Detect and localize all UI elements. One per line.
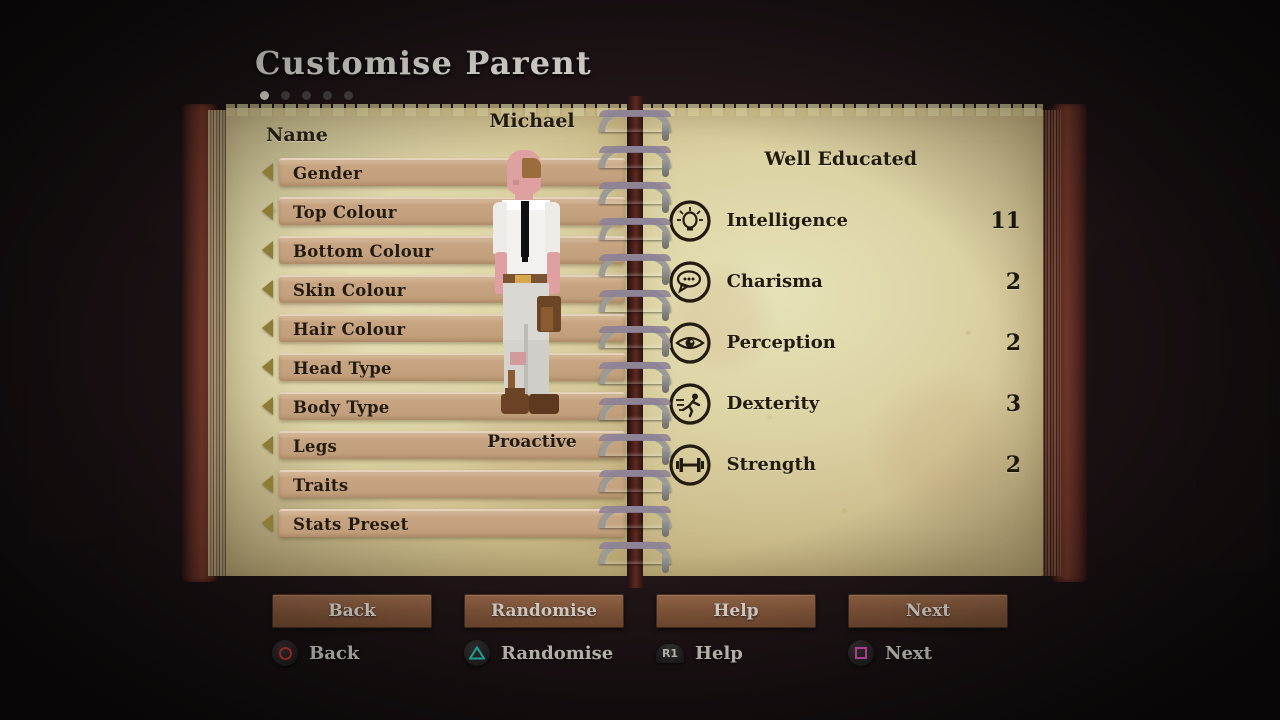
character-book: Name Gender Top Colour Bottom Colour Ski…	[182, 96, 1087, 588]
stat-row-strength: Strength 2	[653, 434, 1029, 495]
option-label: Bottom Colour	[293, 241, 434, 261]
triangle-left-icon[interactable]	[262, 358, 273, 376]
back-button[interactable]: Back	[272, 594, 432, 628]
help-button[interactable]: Help	[656, 594, 816, 628]
stat-value: 2	[1005, 451, 1021, 478]
binding-ring	[595, 470, 675, 501]
stat-label: Strength	[726, 454, 816, 475]
option-label: Skin Colour	[293, 280, 406, 300]
prompt-label: Randomise	[501, 642, 614, 664]
controller-prompts: Back Randomise R1 Help Next	[0, 640, 1280, 666]
binding-ring	[595, 290, 675, 321]
prompt-label: Help	[695, 642, 743, 664]
stat-row-intelligence: Intelligence 11	[653, 190, 1029, 251]
binding-ring	[595, 110, 675, 141]
title-block: Customise Parent	[255, 44, 592, 100]
page-dot-2	[281, 91, 290, 100]
spiral-binding	[595, 110, 675, 578]
next-button[interactable]: Next	[848, 594, 1008, 628]
stat-row-dexterity: Dexterity 3	[653, 373, 1029, 434]
stats-preset-name: Well Educated	[764, 148, 918, 170]
page-dots	[260, 91, 592, 100]
binding-ring	[595, 542, 675, 573]
game-screen: Customise Parent Name Gender Top Colour …	[0, 0, 1280, 720]
background-silhouette	[118, 250, 188, 550]
prompt-label: Back	[309, 642, 360, 664]
square-button-icon	[848, 640, 874, 666]
triangle-left-icon[interactable]	[262, 241, 273, 259]
option-row-stats-preset[interactable]: Stats Preset	[262, 507, 642, 539]
character-name: Michael	[489, 110, 575, 132]
triangle-left-icon[interactable]	[262, 202, 273, 220]
triangle-left-icon[interactable]	[262, 436, 273, 454]
binding-ring	[595, 146, 675, 177]
page-dot-1	[260, 91, 269, 100]
triangle-button-icon	[464, 640, 490, 666]
binding-ring	[595, 506, 675, 537]
option-box[interactable]: Traits	[279, 470, 625, 498]
option-label: Body Type	[293, 397, 390, 417]
option-label: Gender	[293, 163, 363, 183]
background-silhouette	[1090, 240, 1200, 560]
r1-shoulder-icon: R1	[656, 643, 684, 663]
triangle-left-icon[interactable]	[262, 514, 273, 532]
stat-value: 2	[1005, 268, 1021, 295]
character-sprite	[477, 144, 587, 424]
background-silhouette	[1190, 300, 1270, 570]
triangle-left-icon[interactable]	[262, 163, 273, 181]
stat-value: 11	[990, 207, 1021, 234]
binding-ring	[595, 362, 675, 393]
stat-label: Intelligence	[726, 210, 848, 231]
stat-row-perception: Perception 2	[653, 312, 1029, 373]
page-title: Customise Parent	[255, 44, 592, 82]
binding-ring	[595, 326, 675, 357]
option-label: Hair Colour	[293, 319, 406, 339]
page-dot-5	[344, 91, 353, 100]
binding-ring	[595, 182, 675, 213]
binding-ring	[595, 434, 675, 465]
option-label: Traits	[293, 475, 349, 495]
stat-value: 3	[1005, 390, 1021, 417]
action-buttons: Back Randomise Help Next	[0, 594, 1280, 628]
stat-label: Dexterity	[726, 393, 820, 414]
option-label: Legs	[293, 436, 338, 456]
triangle-left-icon[interactable]	[262, 319, 273, 337]
prompt-next[interactable]: Next	[848, 640, 1008, 666]
character-trait: Proactive	[487, 432, 577, 452]
prompt-label: Next	[885, 642, 932, 664]
option-box[interactable]: Stats Preset	[279, 509, 625, 537]
binding-ring	[595, 218, 675, 249]
binding-ring	[595, 398, 675, 429]
option-label: Top Colour	[293, 202, 397, 222]
page-dot-3	[302, 91, 311, 100]
stat-value: 2	[1005, 329, 1021, 356]
option-label: Head Type	[293, 358, 392, 378]
stat-label: Perception	[726, 332, 836, 353]
triangle-left-icon[interactable]	[262, 397, 273, 415]
prompt-help[interactable]: R1 Help	[656, 640, 816, 666]
prompt-randomise[interactable]: Randomise	[464, 640, 624, 666]
option-row-traits[interactable]: Traits	[262, 468, 642, 500]
page-dot-4	[323, 91, 332, 100]
randomise-button[interactable]: Randomise	[464, 594, 624, 628]
stats-panel: Well Educated Intelligence 11 Charisma 2…	[653, 148, 1029, 495]
circle-button-icon	[272, 640, 298, 666]
binding-ring	[595, 254, 675, 285]
prompt-back[interactable]: Back	[272, 640, 432, 666]
option-label: Stats Preset	[293, 514, 409, 534]
stat-row-charisma: Charisma 2	[653, 251, 1029, 312]
stat-label: Charisma	[726, 271, 823, 292]
triangle-left-icon[interactable]	[262, 280, 273, 298]
triangle-left-icon[interactable]	[262, 475, 273, 493]
